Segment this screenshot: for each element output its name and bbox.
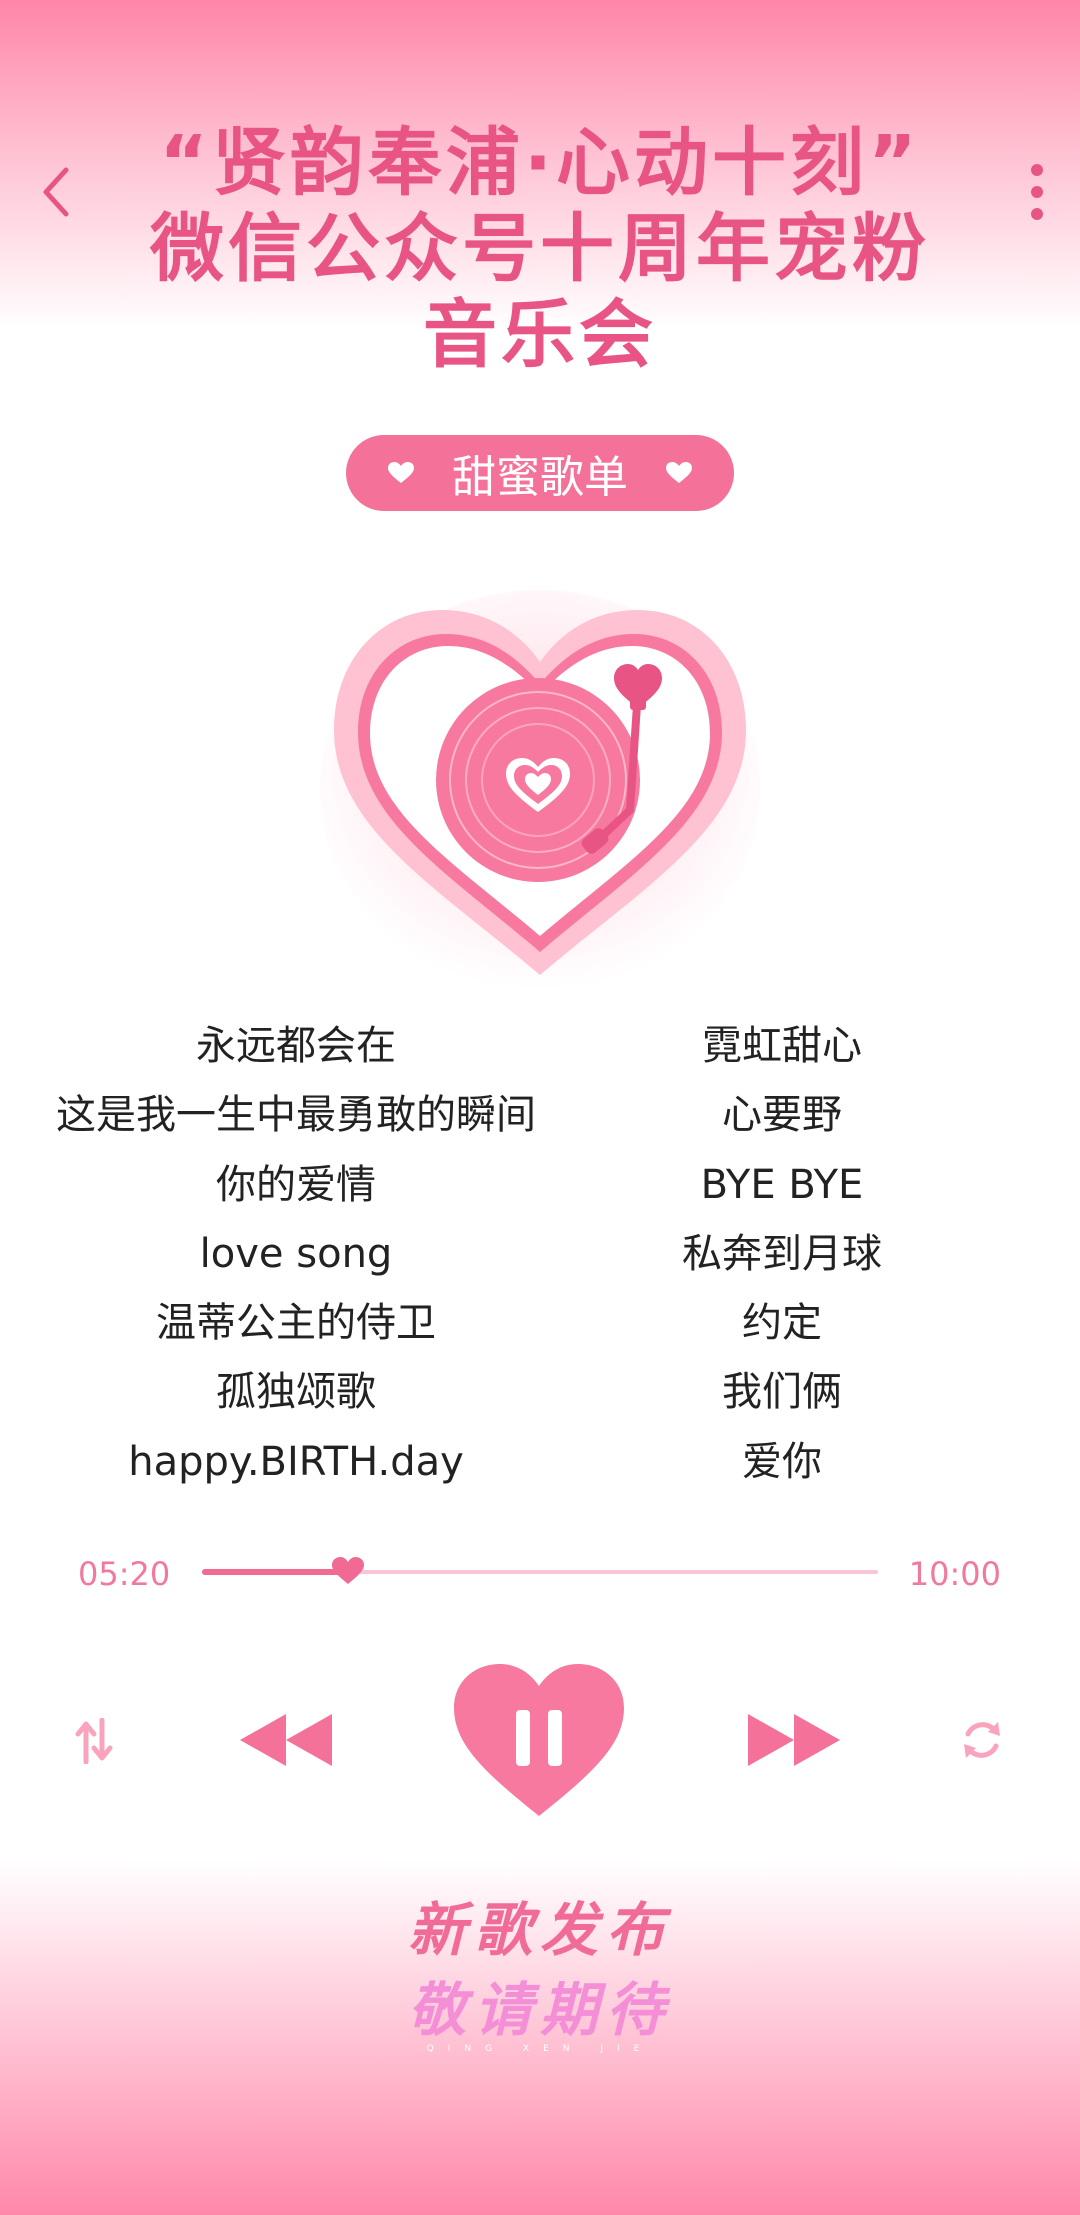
song-item[interactable]: 你的爱情: [26, 1151, 566, 1220]
record-player-illustration: [320, 590, 760, 990]
title-line-2: 微信公众号十周年宠粉: [150, 206, 930, 292]
progress-fill: [202, 1569, 348, 1575]
song-item[interactable]: 永远都会在: [26, 1012, 566, 1081]
song-item[interactable]: 孤独颂歌: [26, 1358, 566, 1427]
song-item[interactable]: 私奔到月球: [512, 1220, 1052, 1289]
repeat-icon: [964, 1722, 1000, 1758]
song-item[interactable]: 爱你: [512, 1428, 1052, 1497]
song-item[interactable]: 温蒂公主的侍卫: [26, 1289, 566, 1358]
song-item[interactable]: 这是我一生中最勇敢的瞬间: [26, 1081, 566, 1150]
repeat-button[interactable]: [960, 1718, 1004, 1762]
page-title: “贤韵奉浦·心动十刻” 微信公众号十周年宠粉 音乐会: [60, 120, 1020, 378]
next-button[interactable]: [746, 1712, 842, 1768]
song-item[interactable]: love song: [26, 1220, 566, 1289]
fast-forward-icon: [748, 1714, 840, 1766]
rewind-icon: [240, 1714, 332, 1766]
promo-line-2: 敬请期待: [407, 1976, 672, 2044]
song-list-right: 霓虹甜心 心要野 BYE BYE 私奔到月球 约定 我们俩 爱你: [512, 1012, 1052, 1497]
promo-line-1: 新歌发布: [407, 1896, 672, 1964]
promo-subtitle: QING XEN JIE: [426, 2044, 654, 2054]
title-line-3: 音乐会: [423, 292, 657, 378]
song-item[interactable]: happy.BIRTH.day: [26, 1428, 566, 1497]
more-button[interactable]: [1020, 160, 1054, 230]
song-item[interactable]: 霓虹甜心: [512, 1012, 1052, 1081]
play-pause-button[interactable]: [454, 1664, 624, 1818]
playlist-label: 甜蜜歌单: [452, 452, 628, 503]
playlist-badge: 甜蜜歌单: [346, 435, 734, 511]
total-time: 10:00: [908, 1555, 1001, 1593]
current-time: 05:20: [78, 1555, 171, 1593]
song-list-left: 永远都会在 这是我一生中最勇敢的瞬间 你的爱情 love song 温蒂公主的侍…: [26, 1012, 566, 1497]
more-vertical-icon: [1031, 164, 1043, 220]
title-line-1: “贤韵奉浦·心动十刻”: [159, 120, 921, 206]
progress-thumb-heart-icon[interactable]: [332, 1557, 364, 1585]
promo-banner: 新歌发布 敬请期待 QING XEN JIE: [340, 1890, 740, 2054]
previous-button[interactable]: [238, 1712, 334, 1768]
pause-heart-icon: [454, 1664, 624, 1816]
song-item[interactable]: 我们俩: [512, 1358, 1052, 1427]
shuffle-button[interactable]: [74, 1717, 114, 1765]
shuffle-icon: [75, 1717, 113, 1765]
song-item[interactable]: 约定: [512, 1289, 1052, 1358]
song-item[interactable]: 心要野: [512, 1081, 1052, 1150]
heart-icon: [666, 462, 692, 483]
heart-icon: [388, 462, 414, 483]
song-item[interactable]: BYE BYE: [512, 1151, 1052, 1220]
